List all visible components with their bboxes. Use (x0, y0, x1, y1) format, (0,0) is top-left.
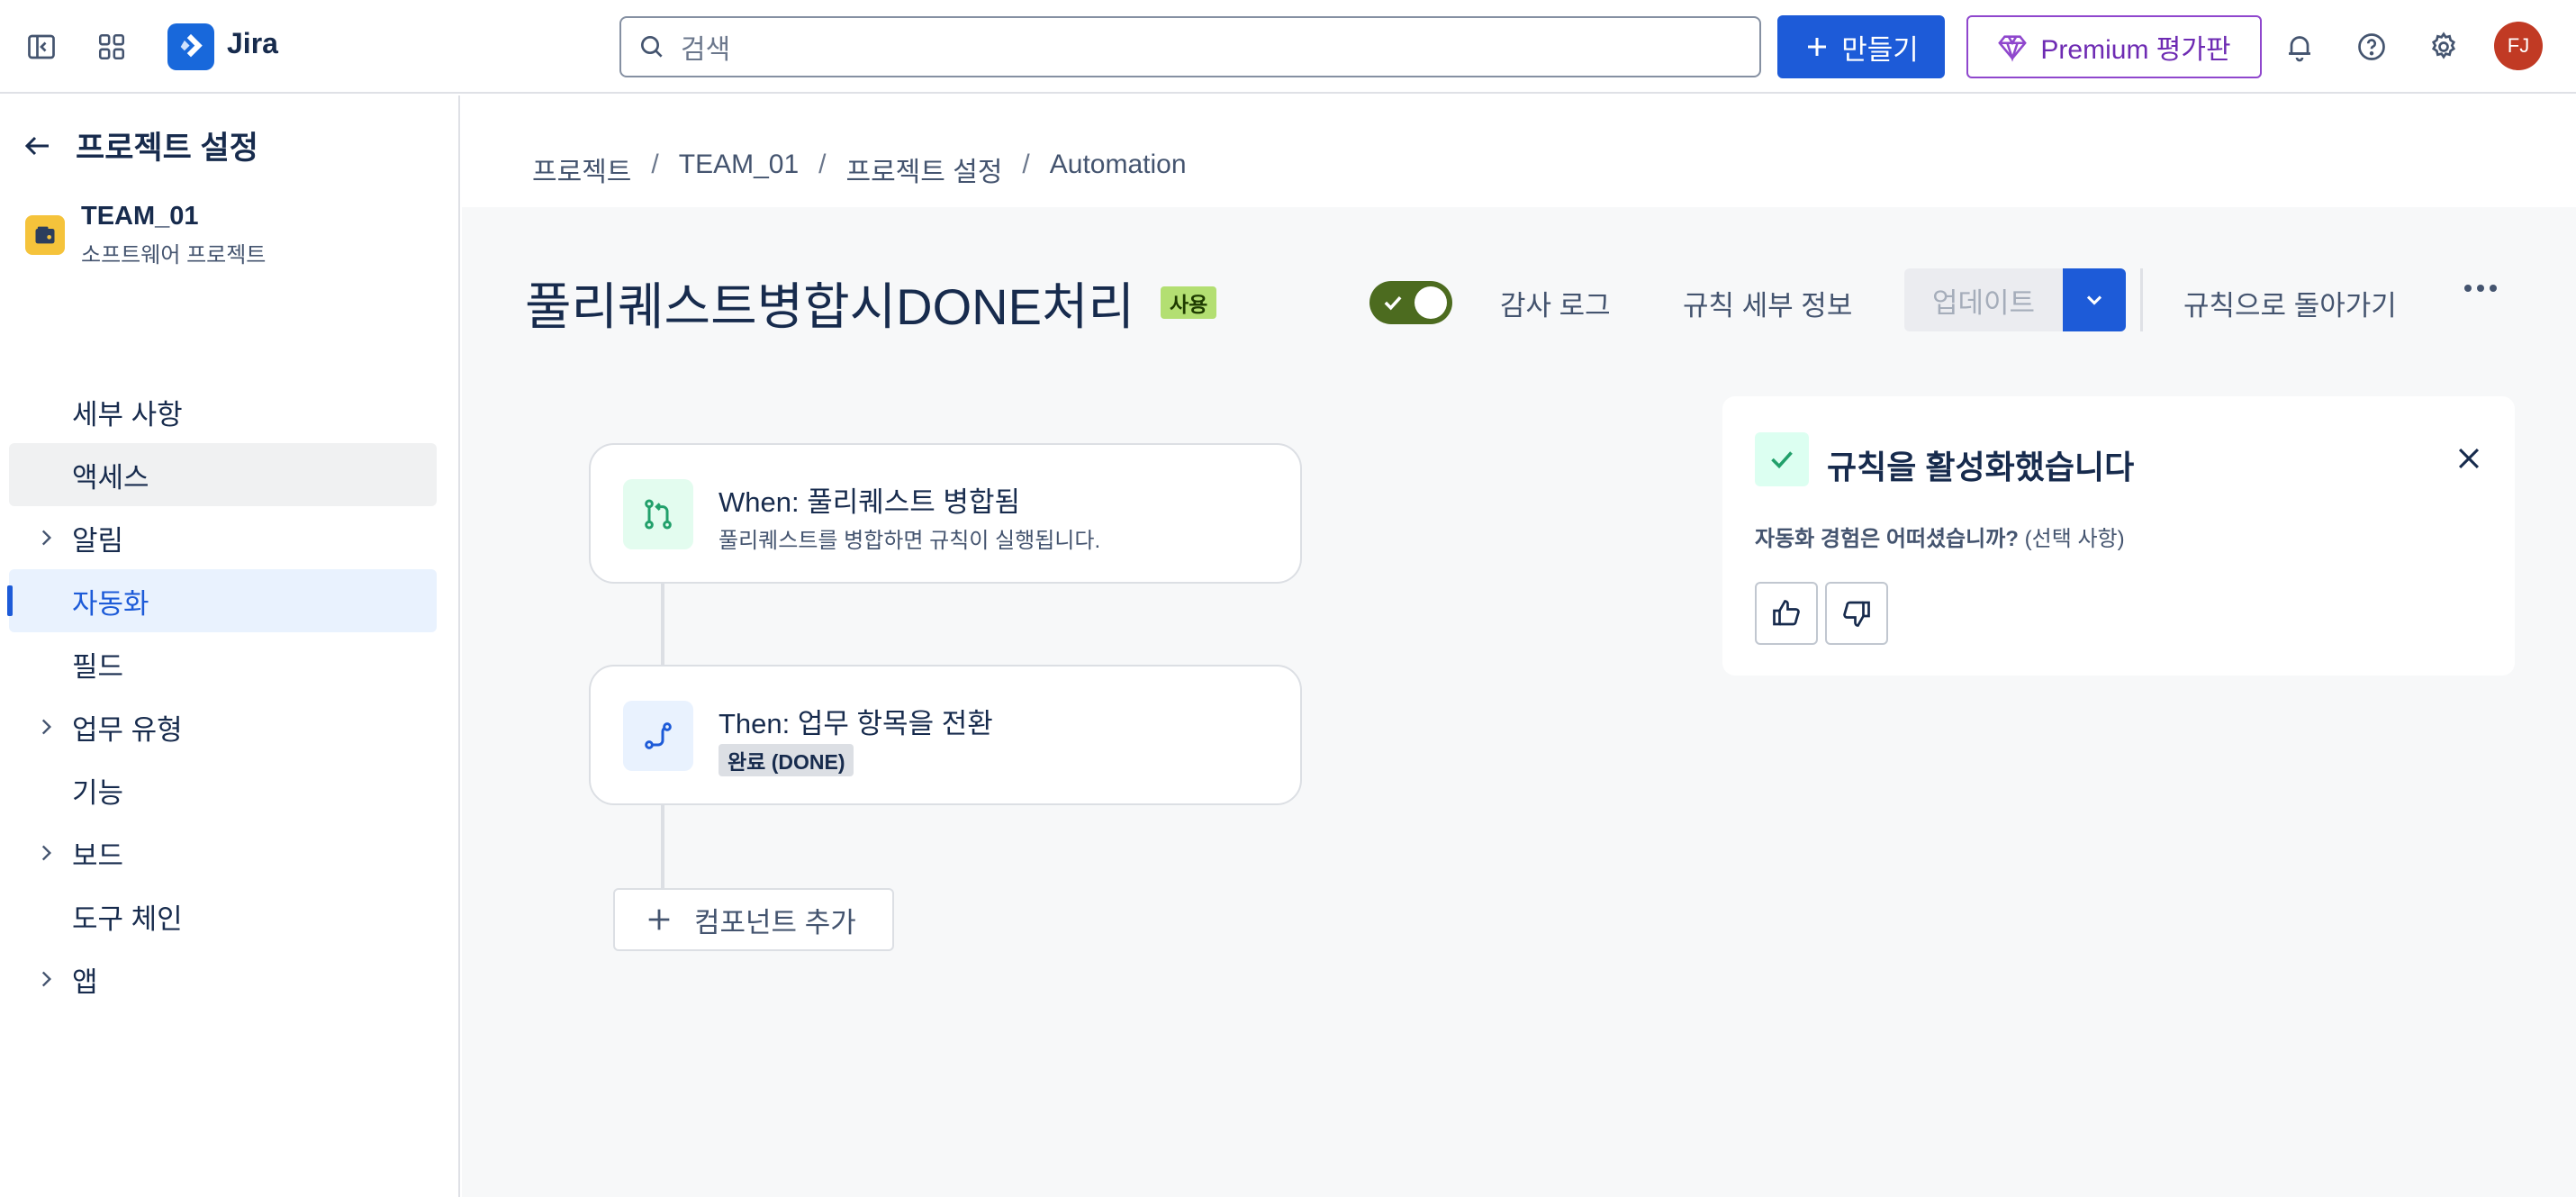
project-icon (25, 215, 65, 255)
settings-nav: 세부 사항 액세스 알림 자동화 필드 업무 유형 기능 보드 도구 체인 앱 (7, 380, 437, 1011)
trigger-title: When: 풀리퀘스트 병합됨 (719, 486, 1020, 518)
thumbs-up-icon (1773, 600, 1800, 626)
check-icon (1384, 295, 1402, 311)
arrow-left-icon (24, 136, 49, 155)
sidebar-item-work-types[interactable]: 업무 유형 (9, 695, 437, 758)
action-card[interactable]: Then: 업무 항목을 전환 완료 (DONE) (589, 665, 1302, 805)
flow-connector (661, 584, 664, 665)
trigger-card[interactable]: When: 풀리퀘스트 병합됨 풀리퀘스트를 병합하면 규칙이 실행됩니다. (589, 443, 1302, 584)
audit-log-button[interactable]: 감사 로그 (1500, 283, 1611, 323)
settings-gear-icon[interactable] (2424, 27, 2463, 67)
sidebar-title: 프로젝트 설정 (76, 131, 258, 166)
breadcrumb-item[interactable]: TEAM_01 (679, 150, 799, 189)
status-badge: 사용 (1161, 286, 1217, 319)
sidebar-item-boards[interactable]: 보드 (9, 821, 437, 884)
breadcrumb: 프로젝트 / TEAM_01 / 프로젝트 설정 / Automation (532, 150, 1187, 189)
trigger-description: 풀리퀘스트를 병합하면 규칙이 실행됩니다. (719, 529, 1101, 553)
premium-label: Premium 평가판 (2040, 35, 2231, 65)
sidebar-item-access[interactable]: 액세스 (9, 443, 437, 506)
status-chip: 완료 (DONE) (719, 744, 854, 776)
back-to-project-button[interactable]: 프로젝트 설정 (22, 122, 258, 168)
toggle-knob (1415, 286, 1447, 319)
main-content: 프로젝트 / TEAM_01 / 프로젝트 설정 / Automation 풀리… (462, 95, 2576, 1197)
thumbs-down-button[interactable] (1825, 582, 1888, 645)
flow-connector (661, 805, 664, 888)
nav-label: 앱 (72, 966, 98, 998)
sidebar-item-toolchain[interactable]: 도구 체인 (9, 884, 437, 948)
plus-icon (648, 909, 670, 930)
sidebar-item-apps[interactable]: 앱 (9, 948, 437, 1011)
breadcrumb-separator: / (818, 150, 827, 179)
search-icon (641, 36, 663, 58)
create-button[interactable]: 만들기 (1777, 15, 1945, 78)
sidebar-item-features[interactable]: 기능 (9, 758, 437, 821)
pull-request-icon (623, 479, 693, 549)
sidebar-item-notifications[interactable]: 알림 (9, 506, 437, 569)
update-dropdown-button[interactable] (2063, 268, 2126, 331)
rule-details-button[interactable]: 규칙 세부 정보 (1683, 283, 1852, 323)
thumbs-up-button[interactable] (1755, 582, 1818, 645)
feedback-question: 자동화 경험은 어떠셨습니까? (선택 사항) (1755, 521, 2125, 552)
breadcrumb-separator: / (1022, 150, 1030, 179)
feedback-question-text: 자동화 경험은 어떠셨습니까? (1755, 527, 2019, 551)
sidebar-item-automation[interactable]: 자동화 (7, 569, 437, 632)
help-icon[interactable] (2352, 27, 2391, 67)
nav-label: 도구 체인 (72, 902, 183, 935)
breadcrumb-bar: 프로젝트 / TEAM_01 / 프로젝트 설정 / Automation (462, 95, 2576, 207)
flag-title: 규칙을 활성화했습니다 (1827, 449, 2135, 485)
nav-label: 액세스 (72, 461, 149, 494)
more-actions-icon[interactable] (2464, 285, 2497, 292)
nav-label: 보드 (72, 839, 124, 872)
search-placeholder: 검색 (681, 35, 731, 65)
nav-label: 알림 (72, 524, 124, 557)
app-name[interactable]: Jira (227, 27, 278, 60)
nav-label: 세부 사항 (72, 398, 183, 431)
feedback-optional: (선택 사항) (2024, 527, 2125, 551)
success-check-icon (1755, 432, 1809, 486)
nav-label: 기능 (72, 776, 124, 809)
chevron-right-icon[interactable] (34, 526, 58, 549)
nav-label: 필드 (72, 650, 124, 683)
close-icon[interactable] (2454, 443, 2484, 474)
breadcrumb-item[interactable]: 프로젝트 설정 (845, 150, 1002, 189)
sidebar-item-fields[interactable]: 필드 (9, 632, 437, 695)
notifications-bell-icon[interactable] (2280, 27, 2319, 67)
sidebar-toggle-icon[interactable] (22, 27, 61, 67)
app-switcher-icon[interactable] (92, 27, 131, 67)
success-flag: 규칙을 활성화했습니다 자동화 경험은 어떠셨습니까? (선택 사항) (1722, 396, 2515, 676)
breadcrumb-item[interactable]: 프로젝트 (532, 150, 631, 189)
create-label: 만들기 (1841, 33, 1919, 66)
update-button[interactable]: 업데이트 (1904, 268, 2063, 331)
project-header: TEAM_01 소프트웨어 프로젝트 (25, 202, 266, 268)
transition-icon (623, 701, 693, 771)
chevron-right-icon[interactable] (34, 715, 58, 739)
chevron-down-icon (2086, 295, 2102, 305)
add-component-button[interactable]: 컴포넌트 추가 (613, 888, 894, 951)
thumbs-down-icon (1843, 601, 1870, 627)
nav-label: 업무 유형 (72, 713, 183, 746)
premium-trial-button[interactable]: Premium 평가판 (1966, 15, 2262, 78)
project-name: TEAM_01 (81, 202, 199, 231)
rule-enabled-toggle[interactable] (1369, 281, 1452, 324)
nav-label: 자동화 (72, 587, 149, 620)
sidebar-item-details[interactable]: 세부 사항 (9, 380, 437, 443)
user-avatar[interactable]: FJ (2494, 22, 2543, 70)
back-to-rules-button[interactable]: 규칙으로 돌아가기 (2183, 283, 2397, 323)
chevron-right-icon[interactable] (34, 841, 58, 865)
breadcrumb-separator: / (651, 150, 659, 179)
diamond-icon (1998, 35, 2028, 62)
jira-logo-icon[interactable] (167, 23, 214, 70)
top-navigation: Jira 검색 만들기 Premium 평가판 FJ (0, 0, 2576, 94)
rule-title[interactable]: 풀리퀘스트병합시DONE처리 (525, 267, 1134, 340)
divider (2140, 268, 2143, 331)
chevron-right-icon[interactable] (34, 967, 58, 991)
plus-icon (1808, 38, 1827, 56)
action-title: Then: 업무 항목을 전환 (719, 708, 993, 739)
project-type: 소프트웨어 프로젝트 (81, 243, 267, 268)
search-input[interactable]: 검색 (619, 16, 1761, 77)
breadcrumb-item[interactable]: Automation (1050, 150, 1187, 189)
project-settings-sidebar: 프로젝트 설정 TEAM_01 소프트웨어 프로젝트 세부 사항 액세스 알림 … (0, 95, 460, 1197)
add-component-label: 컴포넌트 추가 (694, 906, 856, 939)
